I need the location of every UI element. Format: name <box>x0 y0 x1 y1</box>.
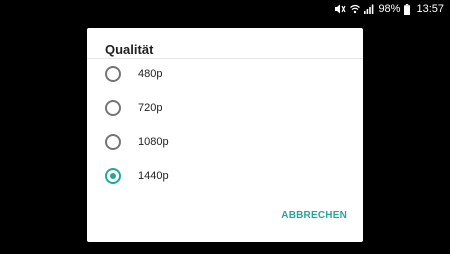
radio-button-icon[interactable] <box>105 134 121 150</box>
radio-button-checked-icon[interactable] <box>105 168 121 184</box>
wifi-icon <box>350 4 361 14</box>
quality-dialog: Qualität 480p 720p 1080p 1440p ABBRECHEN <box>87 28 363 242</box>
screen: 98% 13:57 Qualität 480p 720p 1080p 1440p <box>0 0 450 254</box>
battery-icon <box>404 3 411 15</box>
radio-button-icon[interactable] <box>105 100 121 116</box>
quality-option-1080p[interactable]: 1080p <box>87 125 363 159</box>
quality-option-480p[interactable]: 480p <box>87 57 363 91</box>
clock: 13:57 <box>416 3 444 15</box>
option-label: 1080p <box>138 136 169 148</box>
status-bar: 98% 13:57 <box>334 0 450 18</box>
signal-icon <box>364 4 374 14</box>
dialog-title: Qualität <box>105 42 154 57</box>
option-label: 1440p <box>138 170 169 182</box>
cancel-button[interactable]: ABBRECHEN <box>277 204 351 226</box>
option-label: 480p <box>138 68 163 80</box>
quality-option-1440p[interactable]: 1440p <box>87 159 363 193</box>
quality-option-720p[interactable]: 720p <box>87 91 363 125</box>
battery-percent: 98% <box>378 3 401 15</box>
option-label: 720p <box>138 102 163 114</box>
mute-icon <box>334 4 346 14</box>
radio-button-icon[interactable] <box>105 66 121 82</box>
